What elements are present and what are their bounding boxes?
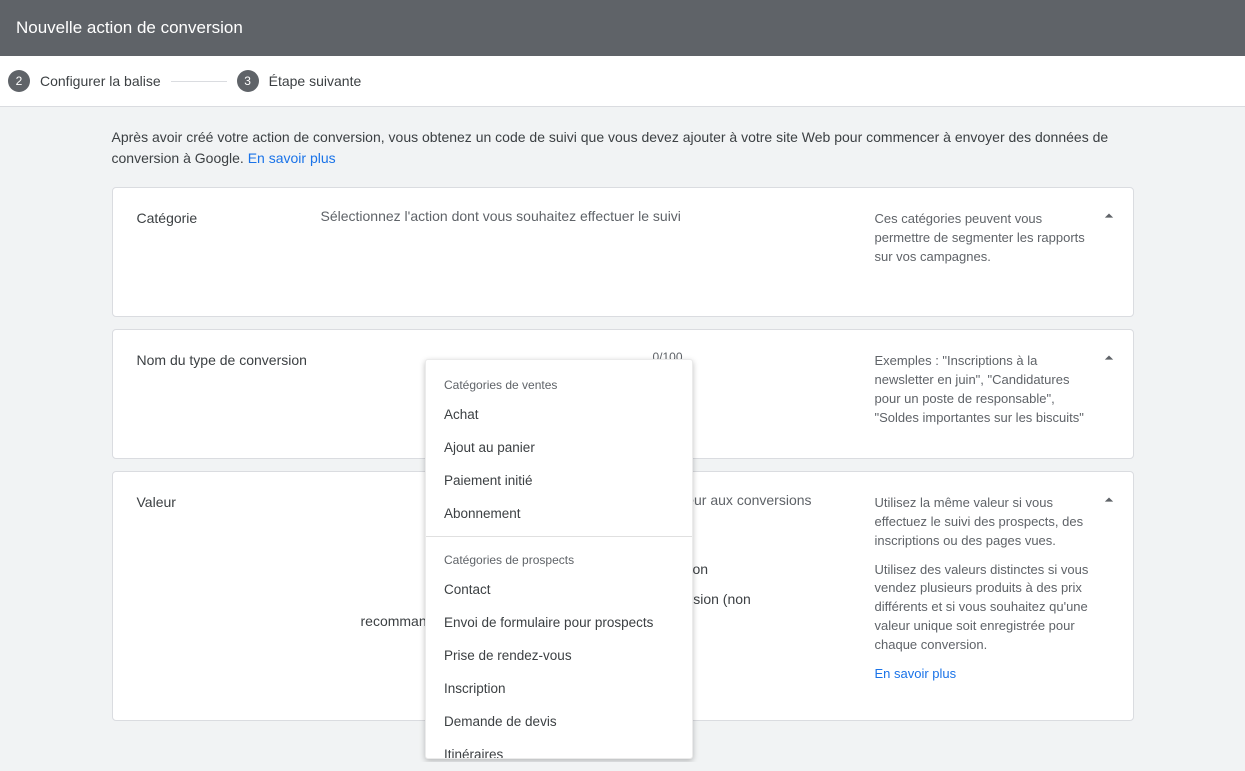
value-label: Valeur (113, 492, 313, 510)
step-badge-2: 2 (8, 70, 30, 92)
dropdown-item-paiement-initie[interactable]: Paiement initié (426, 464, 692, 497)
dropdown-item-abonnement[interactable]: Abonnement (426, 497, 692, 530)
value-learn-more-link[interactable]: En savoir plus (875, 666, 957, 681)
category-dropdown: Catégories de ventes Achat Ajout au pani… (425, 359, 693, 759)
dropdown-item-demande-devis[interactable]: Demande de devis (426, 705, 692, 738)
step-configure-tag[interactable]: 2 Configurer la balise (8, 70, 161, 92)
dropdown-item-envoi-formulaire[interactable]: Envoi de formulaire pour prospects (426, 606, 692, 639)
dropdown-item-achat[interactable]: Achat (426, 398, 692, 431)
dropdown-group-sales: Catégories de ventes (426, 368, 692, 398)
card-category: Catégorie Sélectionnez l'action dont vou… (112, 187, 1134, 317)
step-connector (171, 81, 227, 82)
dropdown-item-inscription[interactable]: Inscription (426, 672, 692, 705)
value-help-1: Utilisez la même valeur si vous effectue… (875, 494, 1089, 551)
value-help: Utilisez la même valeur si vous effectue… (875, 492, 1133, 684)
chevron-up-icon[interactable] (1099, 348, 1119, 373)
category-select[interactable]: Sélectionnez l'action dont vous souhaite… (321, 208, 875, 224)
page-header: Nouvelle action de conversion (0, 0, 1245, 56)
page-title: Nouvelle action de conversion (16, 18, 243, 37)
step-label-2: Configurer la balise (40, 73, 161, 89)
stepper: 2 Configurer la balise 3 Étape suivante (0, 56, 1245, 107)
step-badge-3: 3 (237, 70, 259, 92)
category-label: Catégorie (113, 208, 313, 226)
name-help: Exemples : "Inscriptions à la newsletter… (875, 350, 1133, 427)
main-scroll[interactable]: Créer une action de conversion pour votr… (0, 107, 1245, 762)
chevron-up-icon[interactable] (1099, 490, 1119, 515)
dropdown-item-contact[interactable]: Contact (426, 573, 692, 606)
dropdown-item-ajout-panier[interactable]: Ajout au panier (426, 431, 692, 464)
dropdown-item-prise-rdv[interactable]: Prise de rendez-vous (426, 639, 692, 672)
category-help: Ces catégories peuvent vous permettre de… (875, 208, 1133, 267)
section-description: Après avoir créé votre action de convers… (112, 127, 1134, 169)
dropdown-item-itineraires[interactable]: Itinéraires (426, 738, 692, 759)
dropdown-group-leads: Catégories de prospects (426, 543, 692, 573)
value-help-2: Utilisez des valeurs distinctes si vous … (875, 561, 1089, 655)
step-label-3: Étape suivante (269, 73, 362, 89)
learn-more-link[interactable]: En savoir plus (248, 150, 336, 166)
step-next[interactable]: 3 Étape suivante (237, 70, 362, 92)
chevron-up-icon[interactable] (1099, 206, 1119, 231)
dropdown-divider (426, 536, 692, 537)
name-label: Nom du type de conversion (113, 350, 313, 368)
